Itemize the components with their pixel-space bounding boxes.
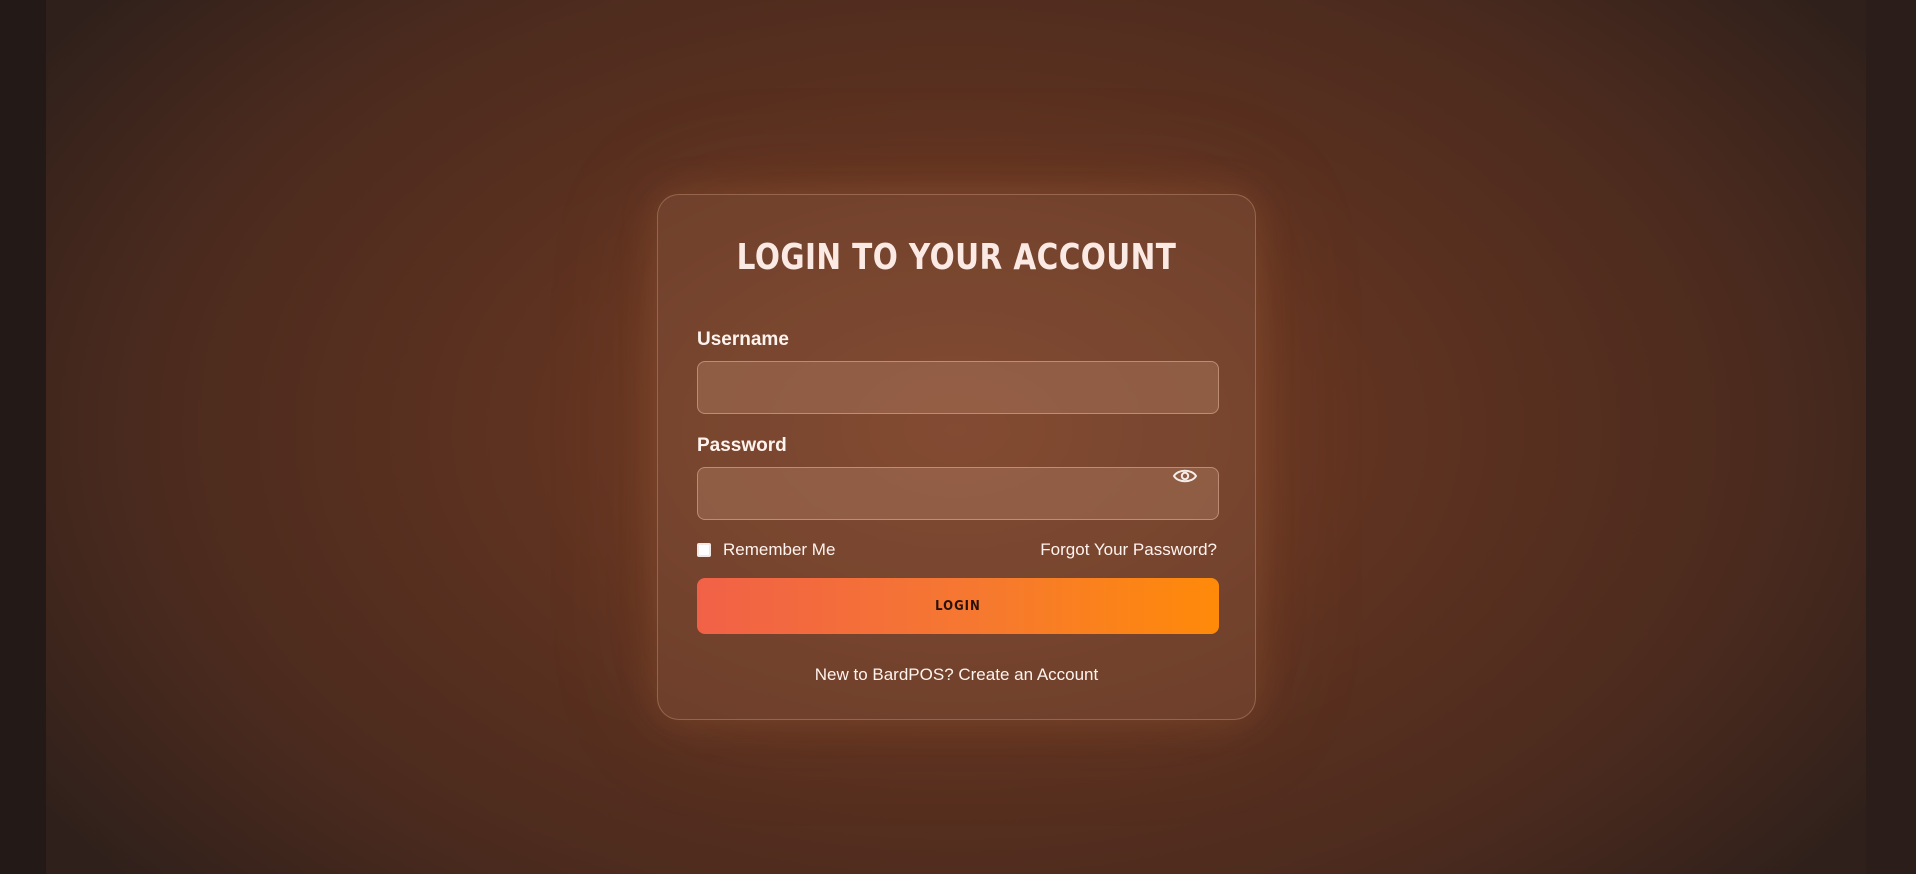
create-account-link[interactable]: New to BardPOS? Create an Account [658, 665, 1255, 685]
remember-checkbox[interactable] [697, 543, 711, 557]
password-input[interactable] [697, 467, 1219, 520]
username-label: Username [697, 329, 789, 350]
login-title: LOGIN TO YOUR ACCOUNT [736, 237, 1177, 278]
forgot-password-link[interactable]: Forgot Your Password? [1040, 540, 1217, 560]
right-edge [1866, 0, 1916, 874]
eye-icon[interactable] [1172, 465, 1198, 487]
left-edge [0, 0, 46, 874]
username-input[interactable] [697, 361, 1219, 414]
login-button[interactable]: LOGIN [697, 578, 1219, 634]
remember-label: Remember Me [723, 540, 836, 559]
remember-me[interactable]: Remember Me [697, 540, 835, 560]
password-label: Password [697, 435, 787, 456]
login-card: LOGIN TO YOUR ACCOUNT Username Password … [657, 194, 1256, 720]
